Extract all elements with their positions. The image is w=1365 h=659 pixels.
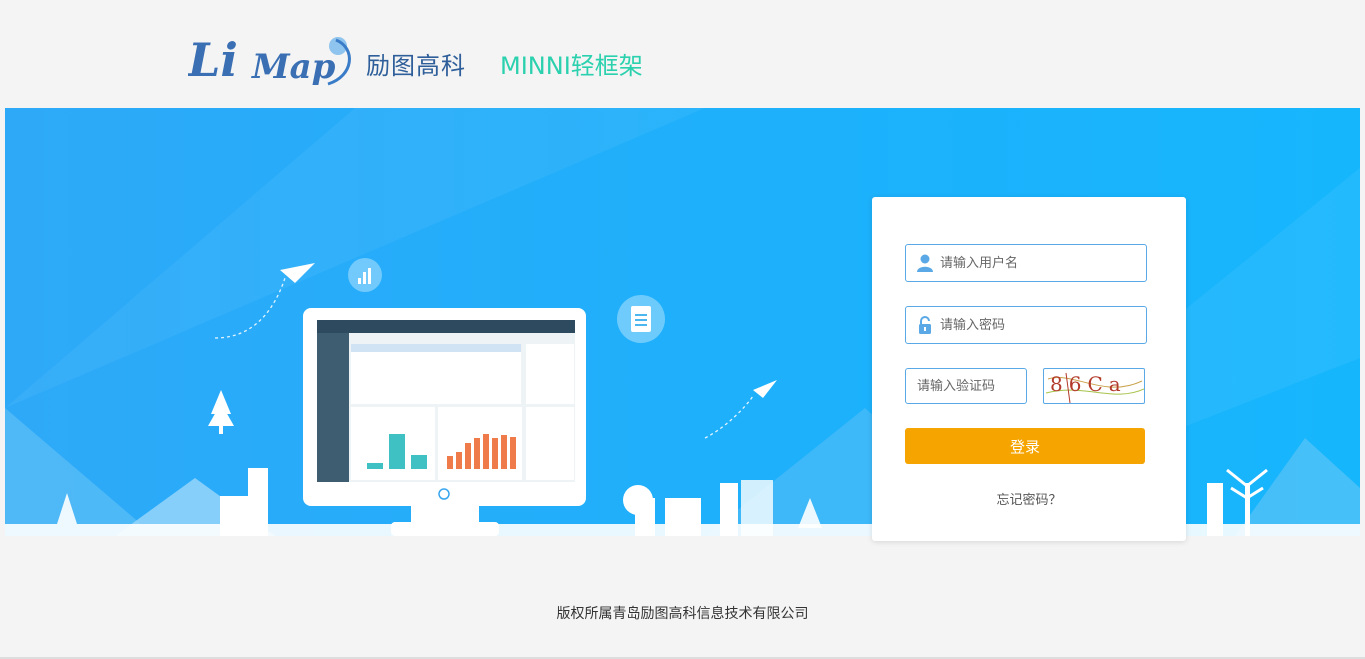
login-button[interactable]: 登录: [905, 428, 1145, 464]
product-name: MINNI轻框架: [500, 52, 643, 80]
svg-text:Li: Li: [188, 33, 238, 87]
captcha-image[interactable]: 86Ca: [1043, 368, 1145, 404]
limap-logo: Li Map: [188, 33, 351, 87]
password-field[interactable]: [905, 306, 1147, 344]
password-input[interactable]: [906, 307, 1146, 343]
captcha-text: 86Ca: [1050, 372, 1127, 396]
document-icon: [617, 295, 665, 343]
forgot-password-link[interactable]: 忘记密码？: [872, 489, 1186, 508]
monitor-illustration: [303, 308, 586, 536]
copyright-text: 版权所属青岛励图高科信息技术有限公司: [556, 606, 809, 622]
paper-plane-icon: [753, 380, 777, 398]
company-name: 励图高科: [366, 52, 466, 80]
login-card: 86Ca 登录 忘记密码？: [872, 197, 1186, 541]
user-icon: [917, 254, 933, 272]
username-input[interactable]: [906, 245, 1146, 281]
chart-icon: [348, 258, 382, 292]
svg-text:Map: Map: [251, 47, 336, 87]
header: Li Map 励图高科 MINNI轻框架: [0, 0, 1365, 108]
captcha-input[interactable]: [906, 369, 1026, 403]
captcha-field[interactable]: [905, 368, 1027, 404]
lock-icon: [919, 316, 931, 334]
username-field[interactable]: [905, 244, 1147, 282]
